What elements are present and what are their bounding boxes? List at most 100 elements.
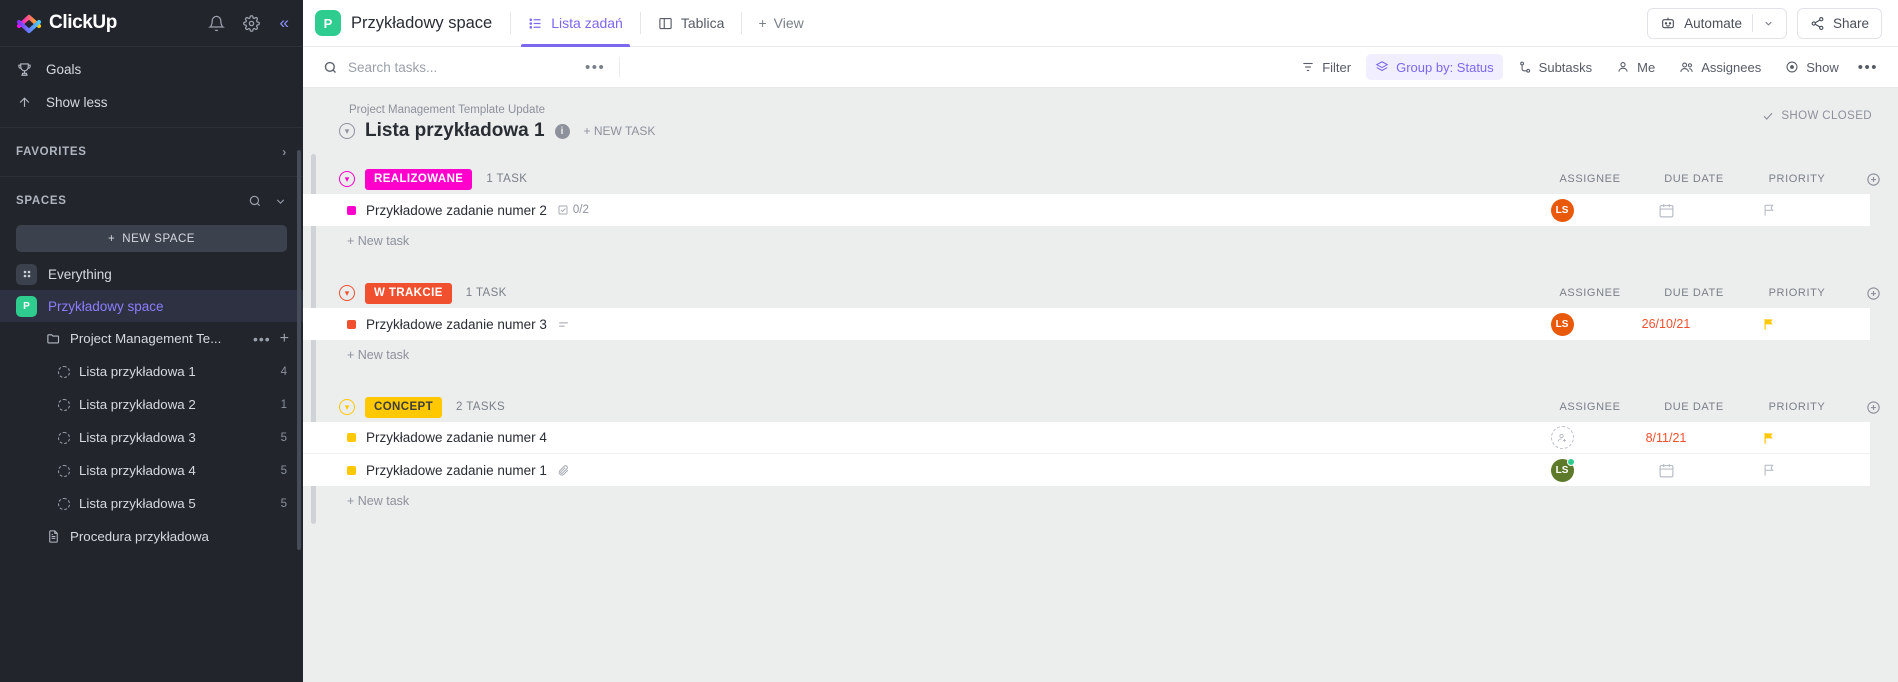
- sidebar-item-everything[interactable]: Everything: [0, 258, 303, 290]
- column-headers: ASSIGNEE DUE DATE PRIORITY: [1538, 164, 1898, 194]
- search-spaces-icon[interactable]: [248, 194, 262, 208]
- sidebar-list-lista-przykladowa-4[interactable]: Lista przykładowa 4 5: [0, 454, 303, 487]
- tab-tablica[interactable]: Tablica: [641, 0, 742, 47]
- add-column-icon[interactable]: [1848, 286, 1898, 301]
- cell-assignee[interactable]: LS: [1510, 198, 1614, 222]
- collapse-group-icon[interactable]: ▾: [339, 399, 355, 415]
- column-header-due-date[interactable]: DUE DATE: [1642, 287, 1746, 299]
- column-header-assignee[interactable]: ASSIGNEE: [1538, 401, 1642, 413]
- add-column-icon[interactable]: [1848, 172, 1898, 187]
- me-button[interactable]: Me: [1607, 54, 1664, 80]
- cell-due-date[interactable]: [1614, 202, 1718, 219]
- cell-assignee[interactable]: LS: [1510, 312, 1614, 336]
- sidebar-list-lista-przykladowa-2[interactable]: Lista przykładowa 2 1: [0, 388, 303, 421]
- sidebar-list-lista-przykladowa-3[interactable]: Lista przykładowa 3 5: [0, 421, 303, 454]
- table-row[interactable]: Przykładowe zadanie numer 2 0/2 LS: [303, 194, 1870, 226]
- column-header-assignee[interactable]: ASSIGNEE: [1538, 287, 1642, 299]
- column-header-priority[interactable]: PRIORITY: [1746, 287, 1848, 299]
- collapse-list-icon[interactable]: ▾: [339, 123, 355, 139]
- clickup-logo[interactable]: ClickUp: [16, 10, 208, 36]
- filter-button[interactable]: Filter: [1292, 54, 1360, 80]
- sidebar-list-lista-przykladowa-5[interactable]: Lista przykładowa 5 5: [0, 487, 303, 520]
- gear-icon[interactable]: [243, 14, 261, 32]
- new-task-button[interactable]: + NEW TASK: [580, 124, 656, 138]
- table-row[interactable]: Przykładowe zadanie numer 1 LS: [303, 454, 1870, 486]
- folder-add-icon[interactable]: +: [280, 330, 289, 348]
- notifications-icon[interactable]: [208, 14, 226, 32]
- collapse-group-icon[interactable]: ▾: [339, 171, 355, 187]
- sidebar-section-favorites[interactable]: FAVORITES ›: [0, 132, 303, 172]
- share-button[interactable]: Share: [1796, 7, 1882, 39]
- search-more-icon[interactable]: •••: [585, 59, 605, 76]
- toolbar-more-icon[interactable]: •••: [1848, 59, 1884, 76]
- sidebar-folder-project-management[interactable]: Project Management Te... ••• +: [0, 322, 303, 355]
- breadcrumb[interactable]: Project Management Template Update: [303, 104, 1898, 116]
- task-main[interactable]: Przykładowe zadanie numer 4: [303, 430, 1510, 445]
- folder-icon: [46, 331, 61, 346]
- new-space-button[interactable]: + NEW SPACE: [16, 225, 287, 252]
- add-task-row[interactable]: + New task: [303, 486, 1898, 516]
- cell-due-date[interactable]: [1614, 462, 1718, 479]
- status-dot[interactable]: [347, 205, 356, 215]
- status-dot[interactable]: [347, 433, 356, 442]
- cell-priority[interactable]: [1718, 430, 1820, 446]
- avatar-empty: [1550, 426, 1574, 449]
- add-view-button[interactable]: + View: [742, 15, 819, 31]
- group-by-button[interactable]: Group by: Status: [1366, 54, 1503, 80]
- table-row[interactable]: Przykładowe zadanie numer 4 8/11/21: [303, 422, 1870, 454]
- sidebar-scrollbar[interactable]: [297, 150, 301, 550]
- collapse-sidebar-icon[interactable]: «: [278, 13, 289, 33]
- subtask-icon: [1518, 60, 1532, 74]
- subtasks-button[interactable]: Subtasks: [1509, 54, 1601, 80]
- column-header-due-date[interactable]: DUE DATE: [1642, 173, 1746, 185]
- assignees-button[interactable]: Assignees: [1670, 54, 1770, 80]
- table-row[interactable]: Przykładowe zadanie numer 3 LS 26/10/21: [303, 308, 1870, 340]
- search-box[interactable]: [323, 59, 573, 75]
- column-header-priority[interactable]: PRIORITY: [1746, 401, 1848, 413]
- cell-due-date[interactable]: 8/11/21: [1614, 431, 1718, 445]
- sidebar-doc-procedura-przykladowa[interactable]: Procedura przykładowa: [0, 520, 303, 553]
- search-input[interactable]: [348, 59, 528, 75]
- sidebar-item-show-less[interactable]: Show less: [0, 86, 303, 119]
- cell-priority[interactable]: [1718, 316, 1820, 332]
- add-column-icon[interactable]: [1848, 400, 1898, 415]
- column-header-priority[interactable]: PRIORITY: [1746, 173, 1848, 185]
- column-header-assignee[interactable]: ASSIGNEE: [1538, 173, 1642, 185]
- current-space[interactable]: P Przykładowy space: [315, 10, 510, 36]
- info-icon[interactable]: i: [554, 123, 570, 139]
- assignees-label: Assignees: [1701, 59, 1762, 75]
- tab-lista-zadan[interactable]: Lista zadań: [511, 0, 640, 47]
- flag-icon: [1762, 462, 1777, 478]
- sidebar-item-przykladowy-space[interactable]: P Przykładowy space: [0, 290, 303, 322]
- task-main[interactable]: Przykładowe zadanie numer 2 0/2: [303, 203, 1510, 218]
- automate-button[interactable]: Automate: [1647, 7, 1787, 39]
- column-header-due-date[interactable]: DUE DATE: [1642, 401, 1746, 413]
- cell-assignee[interactable]: LS: [1510, 457, 1614, 482]
- sidebar-item-goals[interactable]: Goals: [0, 53, 303, 86]
- task-main[interactable]: Przykładowe zadanie numer 3: [303, 317, 1510, 332]
- add-task-row[interactable]: + New task: [303, 226, 1898, 256]
- cell-priority[interactable]: [1718, 202, 1820, 218]
- cell-due-date[interactable]: 26/10/21: [1614, 317, 1718, 331]
- chevron-down-icon[interactable]: [1763, 18, 1774, 29]
- flag-icon: [1762, 430, 1777, 446]
- folder-more-icon[interactable]: •••: [253, 331, 271, 347]
- status-badge[interactable]: W TRAKCIE: [365, 282, 452, 304]
- collapse-group-icon[interactable]: ▾: [339, 285, 355, 301]
- chevron-down-icon[interactable]: [274, 195, 287, 208]
- status-badge[interactable]: REALIZOWANE: [365, 168, 473, 190]
- status-dot[interactable]: [347, 319, 356, 329]
- status-badge[interactable]: CONCEPT: [365, 396, 443, 418]
- status-dot[interactable]: [347, 465, 356, 475]
- chevron-right-icon[interactable]: ›: [282, 145, 287, 159]
- cell-priority[interactable]: [1718, 462, 1820, 478]
- add-task-row[interactable]: + New task: [303, 340, 1898, 370]
- show-closed-button[interactable]: SHOW CLOSED: [1762, 110, 1872, 122]
- cell-assignee[interactable]: [1510, 426, 1614, 449]
- task-main[interactable]: Przykładowe zadanie numer 1: [303, 463, 1510, 478]
- show-button[interactable]: Show: [1776, 54, 1848, 80]
- description-icon: [557, 318, 570, 331]
- list-icon: [58, 464, 70, 477]
- sidebar-list-lista-przykladowa-1[interactable]: Lista przykładowa 1 4: [0, 355, 303, 388]
- list-label: Lista przykładowa 5: [79, 496, 196, 511]
